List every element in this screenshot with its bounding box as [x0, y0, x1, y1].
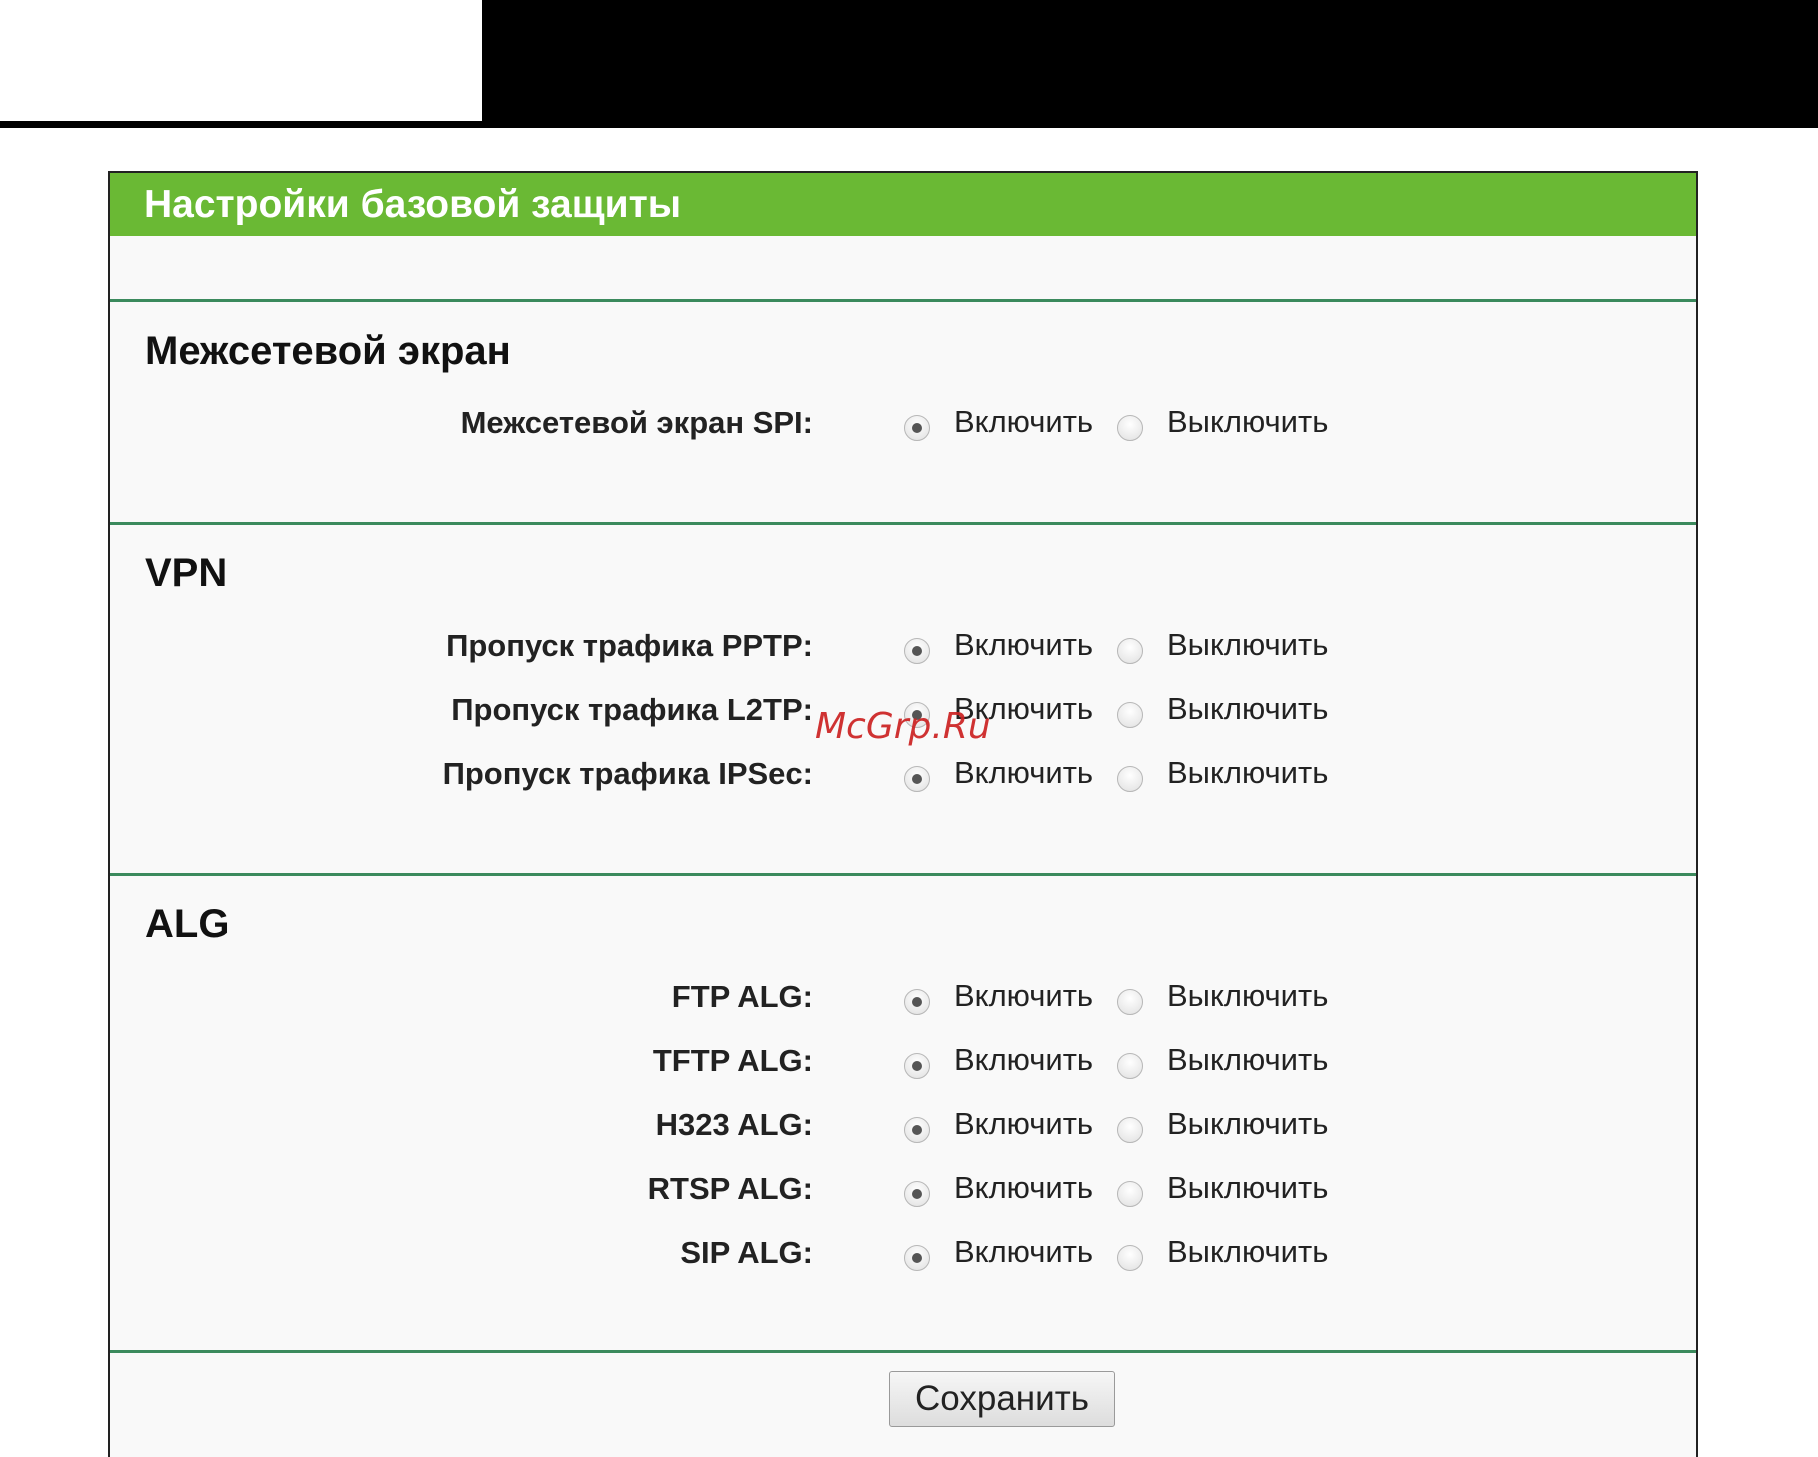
disable-label: Выключить — [1167, 627, 1329, 662]
enable-label: Включить — [954, 1042, 1094, 1077]
setting-label: H323 ALG: — [655, 1107, 813, 1142]
enable-radio[interactable] — [904, 766, 930, 792]
disable-radio[interactable] — [1117, 638, 1143, 664]
setting-label: Пропуск трафика PPTP: — [446, 628, 813, 663]
disable-radio[interactable] — [1117, 1117, 1143, 1143]
enable-label: Включить — [954, 1234, 1094, 1269]
section-divider — [110, 299, 1696, 302]
enable-radio[interactable] — [904, 1245, 930, 1271]
disable-radio[interactable] — [1117, 702, 1143, 728]
disable-radio[interactable] — [1117, 766, 1143, 792]
setting-label: FTP ALG: — [671, 979, 813, 1014]
enable-radio[interactable] — [904, 638, 930, 664]
setting-row-rtsp-alg: RTSP ALG: Включить Выключить — [110, 1167, 1696, 1217]
setting-label: Пропуск трафика IPSec: — [442, 756, 813, 791]
enable-radio[interactable] — [904, 1053, 930, 1079]
top-black-bar — [482, 0, 1818, 128]
setting-label: TFTP ALG: — [652, 1043, 813, 1078]
section-divider — [110, 522, 1696, 525]
section-divider — [110, 1350, 1696, 1353]
disable-radio[interactable] — [1117, 1181, 1143, 1207]
top-divider-line — [0, 121, 482, 128]
setting-row-pptp: Пропуск трафика PPTP: Включить Выключить — [110, 624, 1696, 674]
setting-row-tftp-alg: TFTP ALG: Включить Выключить — [110, 1039, 1696, 1089]
enable-label: Включить — [954, 978, 1094, 1013]
setting-row-h323-alg: H323 ALG: Включить Выключить — [110, 1103, 1696, 1153]
disable-label: Выключить — [1167, 1234, 1329, 1269]
disable-label: Выключить — [1167, 1042, 1329, 1077]
enable-label: Включить — [954, 1106, 1094, 1141]
enable-label: Включить — [954, 404, 1094, 439]
disable-label: Выключить — [1167, 404, 1329, 439]
disable-label: Выключить — [1167, 691, 1329, 726]
section-title-alg: ALG — [145, 902, 230, 946]
setting-row-ipsec: Пропуск трафика IPSec: Включить Выключит… — [110, 752, 1696, 802]
setting-label: RTSP ALG: — [647, 1171, 813, 1206]
save-button[interactable]: Сохранить — [889, 1371, 1115, 1427]
section-divider — [110, 873, 1696, 876]
enable-radio[interactable] — [904, 415, 930, 441]
enable-label: Включить — [954, 627, 1094, 662]
setting-label: Пропуск трафика L2TP: — [451, 692, 813, 727]
watermark: McGrp.Ru — [815, 706, 991, 747]
setting-row-sip-alg: SIP ALG: Включить Выключить — [110, 1231, 1696, 1281]
enable-label: Включить — [954, 1170, 1094, 1205]
disable-radio[interactable] — [1117, 1053, 1143, 1079]
setting-label: SIP ALG: — [680, 1235, 813, 1270]
enable-label: Включить — [954, 755, 1094, 790]
disable-radio[interactable] — [1117, 415, 1143, 441]
disable-radio[interactable] — [1117, 989, 1143, 1015]
enable-radio[interactable] — [904, 989, 930, 1015]
setting-row-spi-firewall: Межсетевой экран SPI: Включить Выключить — [110, 401, 1696, 451]
setting-row-ftp-alg: FTP ALG: Включить Выключить — [110, 975, 1696, 1025]
disable-label: Выключить — [1167, 1106, 1329, 1141]
disable-radio[interactable] — [1117, 1245, 1143, 1271]
enable-radio[interactable] — [904, 1117, 930, 1143]
disable-label: Выключить — [1167, 978, 1329, 1013]
section-title-firewall: Межсетевой экран — [145, 329, 511, 373]
section-title-vpn: VPN — [145, 551, 228, 595]
basic-security-panel: Настройки базовой защиты Межсетевой экра… — [108, 171, 1698, 1457]
disable-label: Выключить — [1167, 1170, 1329, 1205]
panel-title: Настройки базовой защиты — [110, 173, 1696, 236]
enable-radio[interactable] — [904, 1181, 930, 1207]
disable-label: Выключить — [1167, 755, 1329, 790]
setting-label: Межсетевой экран SPI: — [460, 405, 813, 440]
